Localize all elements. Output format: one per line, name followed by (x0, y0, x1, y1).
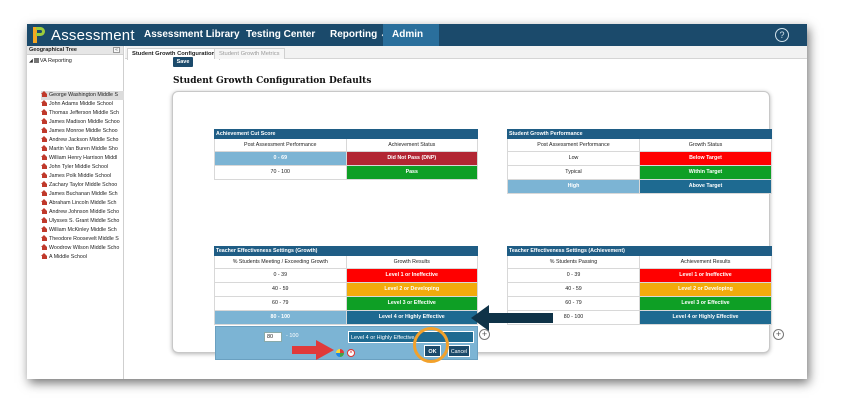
annotation-arrow-red (292, 340, 334, 360)
annotation-highlight-circle (413, 327, 449, 363)
annotation-arrow-navy (471, 305, 553, 331)
